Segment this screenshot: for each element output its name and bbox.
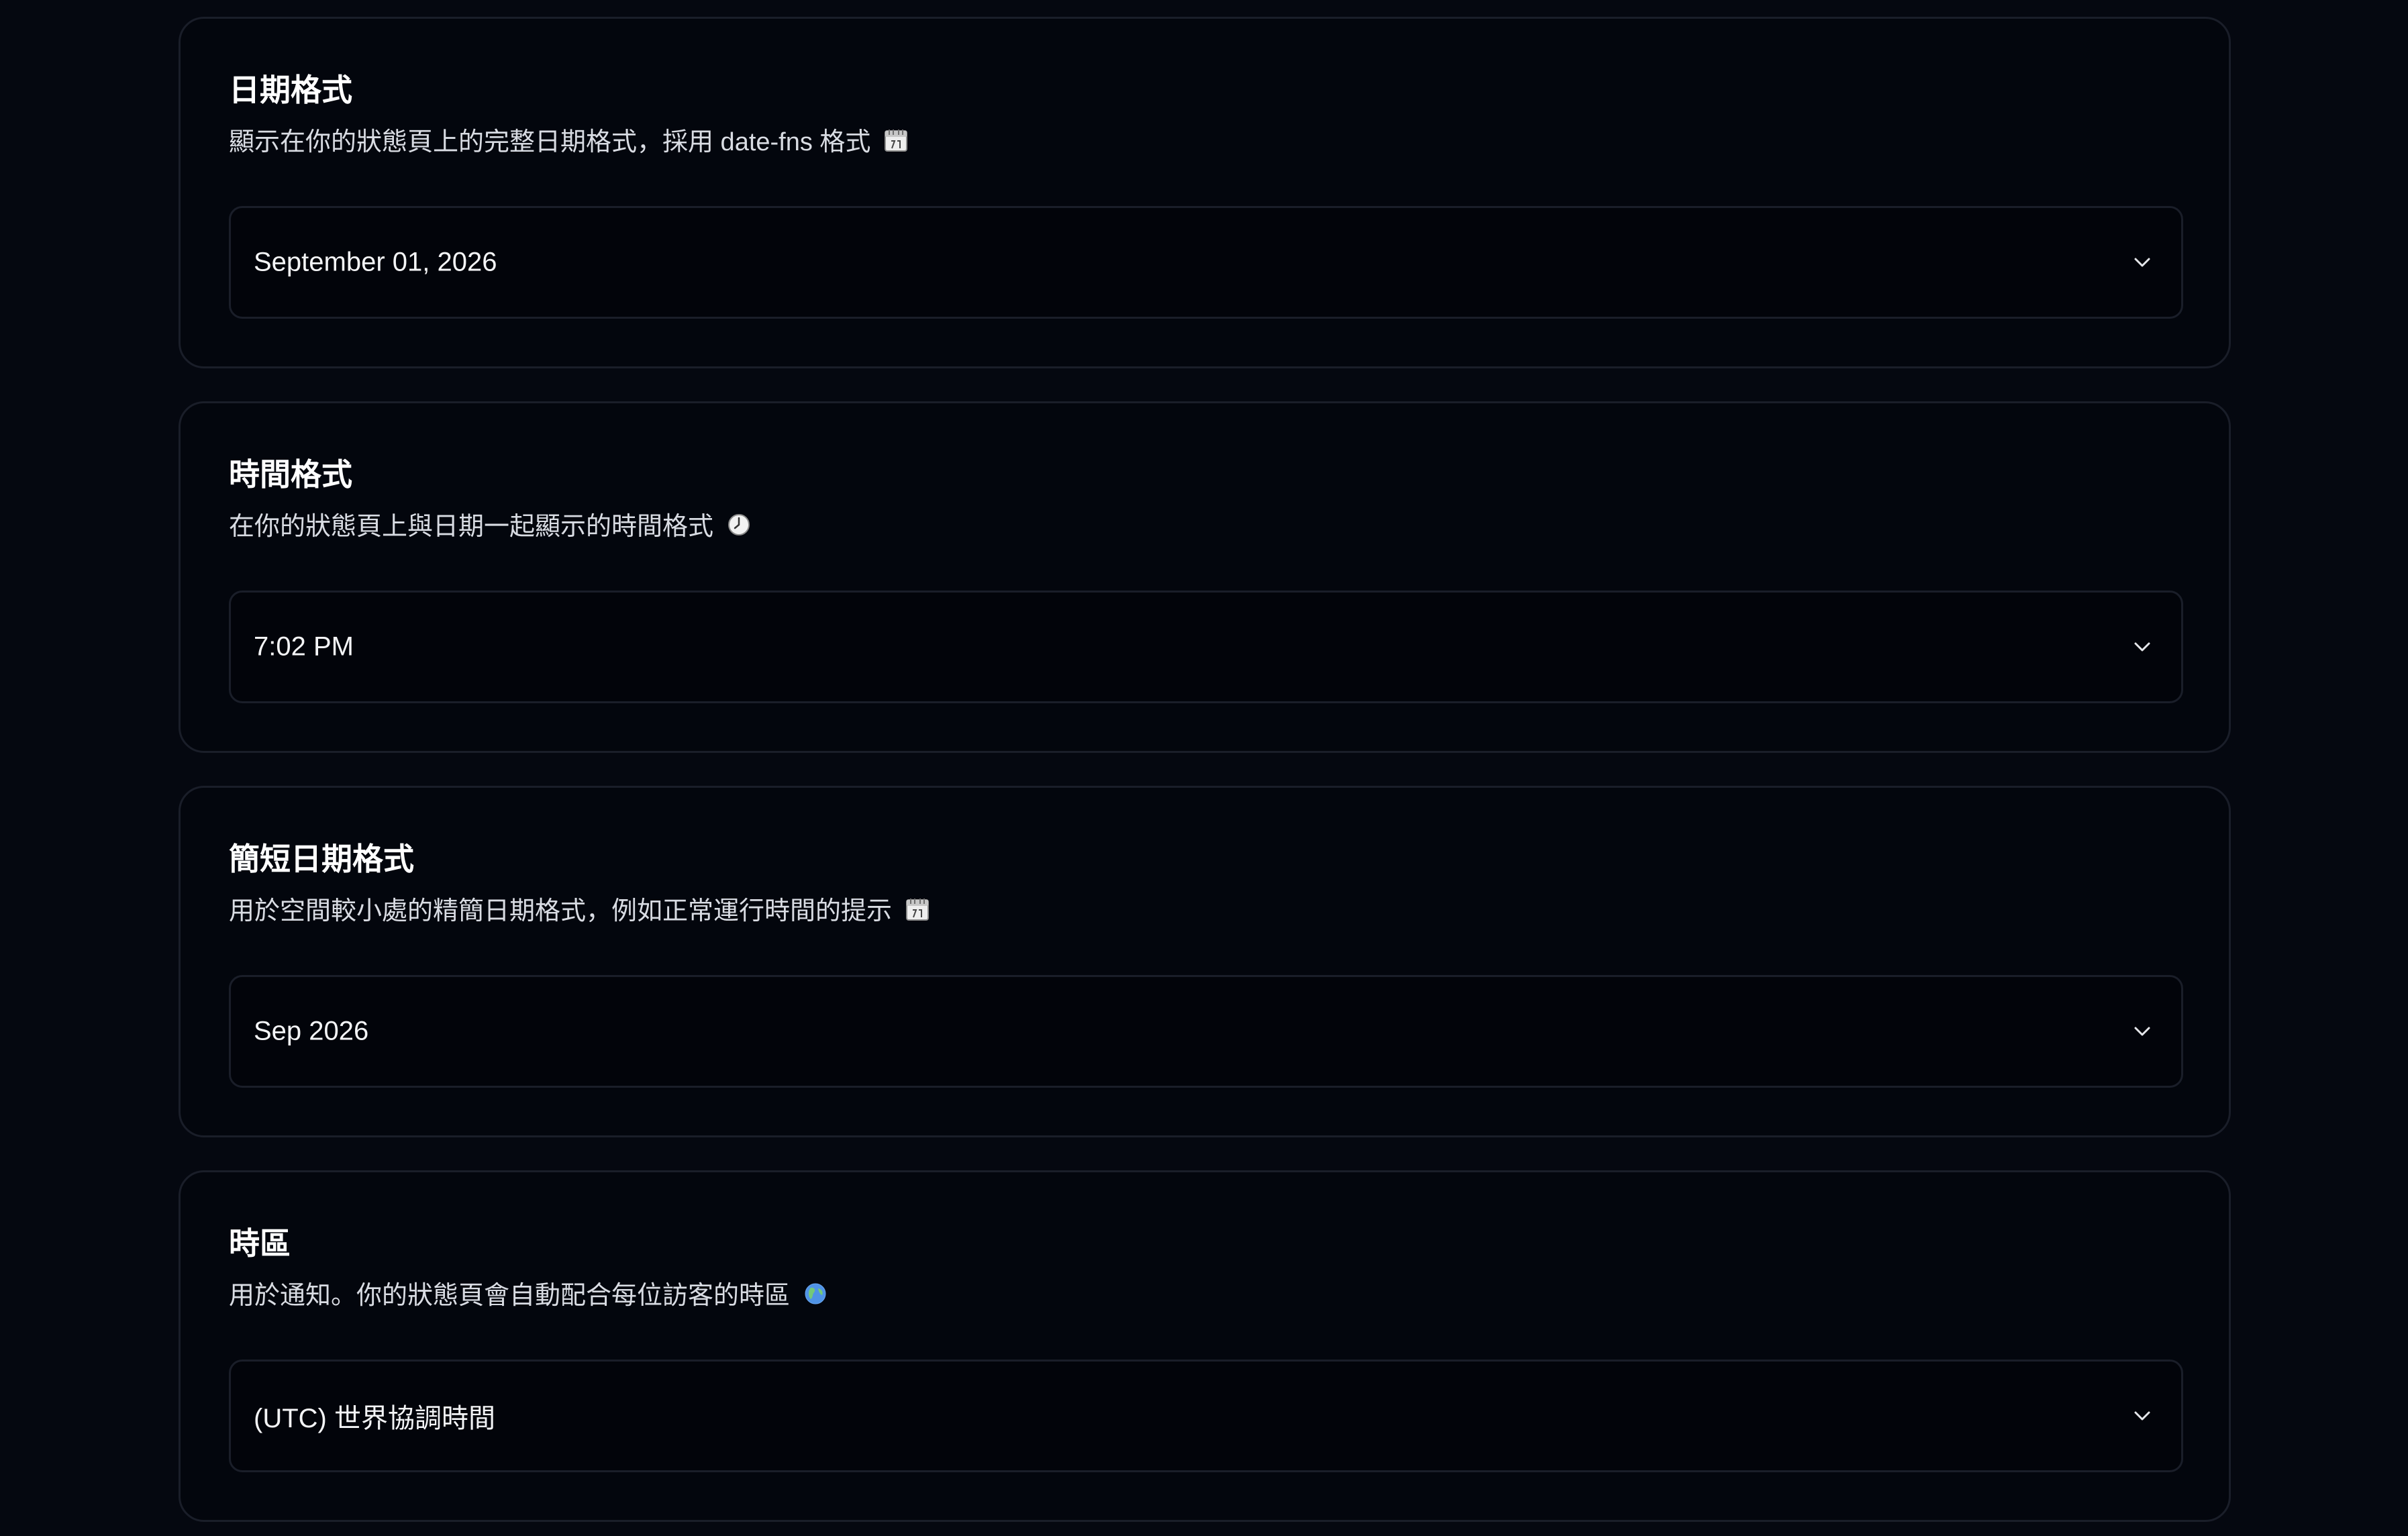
calendar-icon — [905, 897, 930, 930]
calendar-icon — [883, 127, 909, 161]
globe-icon — [803, 1281, 828, 1315]
chevron-down-icon — [2134, 642, 2150, 652]
date-format-description-text: 顯示在你的狀態頁上的完整日期格式，採用 date-fns 格式 — [229, 128, 871, 156]
chevron-down-icon — [2134, 1411, 2150, 1421]
time-format-card: 時間格式 在你的狀態頁上與日期一起顯示的時間格式 7:02 PM — [179, 401, 2231, 753]
timezone-selected-value: (UTC) 世界協調時間 — [254, 1404, 495, 1433]
clock-icon — [726, 512, 752, 546]
short-date-format-description: 用於空間較小處的精簡日期格式，例如正常運行時間的提示 — [229, 897, 930, 930]
chevron-down-icon — [2134, 258, 2150, 267]
time-format-select[interactable]: 7:02 PM — [229, 591, 2183, 703]
timezone-description-text: 用於通知。你的狀態頁會自動配合每位訪客的時區 — [229, 1282, 791, 1310]
date-format-selected-value: September 01, 2026 — [254, 247, 497, 277]
date-format-card: 日期格式 顯示在你的狀態頁上的完整日期格式，採用 date-fns 格式 Sep… — [179, 17, 2231, 368]
date-format-title: 日期格式 — [229, 72, 352, 107]
timezone-select[interactable]: (UTC) 世界協調時間 — [229, 1360, 2183, 1472]
time-format-selected-value: 7:02 PM — [254, 631, 354, 662]
timezone-title: 時區 — [229, 1226, 291, 1261]
short-date-format-card: 簡短日期格式 用於空間較小處的精簡日期格式，例如正常運行時間的提示 Sep 20… — [179, 786, 2231, 1137]
chevron-down-icon — [2134, 1027, 2150, 1036]
short-date-format-description-text: 用於空間較小處的精簡日期格式，例如正常運行時間的提示 — [229, 897, 893, 925]
time-format-description-text: 在你的狀態頁上與日期一起顯示的時間格式 — [229, 513, 714, 541]
date-format-description: 顯示在你的狀態頁上的完整日期格式，採用 date-fns 格式 — [229, 127, 909, 161]
timezone-description: 用於通知。你的狀態頁會自動配合每位訪客的時區 — [229, 1281, 828, 1315]
time-format-description: 在你的狀態頁上與日期一起顯示的時間格式 — [229, 512, 752, 546]
short-date-format-selected-value: Sep 2026 — [254, 1016, 369, 1046]
short-date-format-select[interactable]: Sep 2026 — [229, 975, 2183, 1088]
time-format-title: 時間格式 — [229, 457, 352, 492]
short-date-format-title: 簡短日期格式 — [229, 841, 414, 876]
timezone-card: 時區 用於通知。你的狀態頁會自動配合每位訪客的時區 (UTC) 世界協調時間 — [179, 1170, 2231, 1522]
settings-list: 日期格式 顯示在你的狀態頁上的完整日期格式，採用 date-fns 格式 Sep… — [179, 17, 2231, 1536]
date-format-select[interactable]: September 01, 2026 — [229, 206, 2183, 319]
